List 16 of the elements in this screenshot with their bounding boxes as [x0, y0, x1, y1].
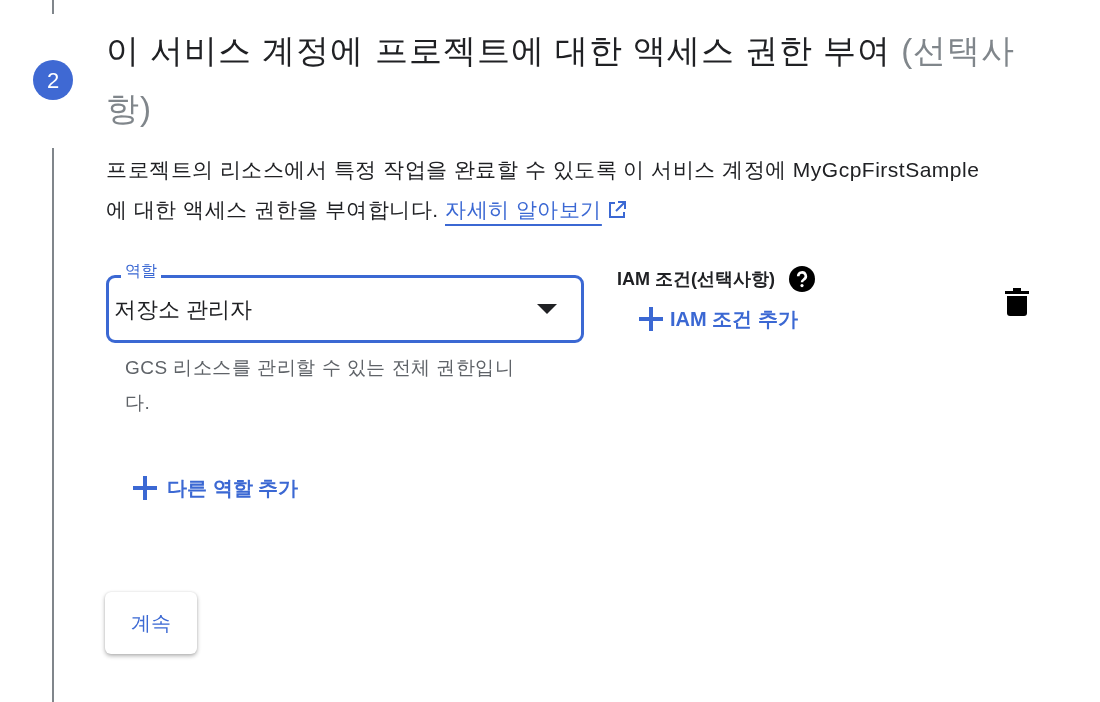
plus-icon: [639, 307, 663, 331]
description-text: 프로젝트의 리소스에서 특정 작업을 완료할 수 있도록 이 서비스 계정에 MyGcpFirstSample에 대한 액세스 권한을 부여합니다. 자세히 알아보기: [106, 157, 981, 223]
delete-icon[interactable]: [1005, 288, 1029, 316]
caret-icon: [537, 304, 557, 314]
iam-condition-label: IAM 조건(선택사항): [617, 268, 775, 291]
field-label: 역할: [121, 261, 161, 281]
continue-button[interactable]: 계속: [105, 592, 197, 654]
plus-icon: [133, 476, 157, 500]
help-icon[interactable]: [789, 266, 815, 292]
learn-more-link[interactable]: 자세히 알아보기: [445, 198, 602, 221]
step-title: 이 서비스 계정에 프로젝트에 대한 액세스 권한 부여 (선택사항): [106, 31, 1017, 129]
add-role-button[interactable]: 다른 역할 추가: [133, 468, 299, 508]
helper-text: GCS 리소스를 관리할 수 있는 전체 권한입니다.: [125, 356, 516, 415]
external-link-icon[interactable]: [607, 201, 626, 219]
step-number: 2: [33, 60, 73, 100]
add-iam-condition-button[interactable]: IAM 조건 추가: [639, 301, 798, 337]
